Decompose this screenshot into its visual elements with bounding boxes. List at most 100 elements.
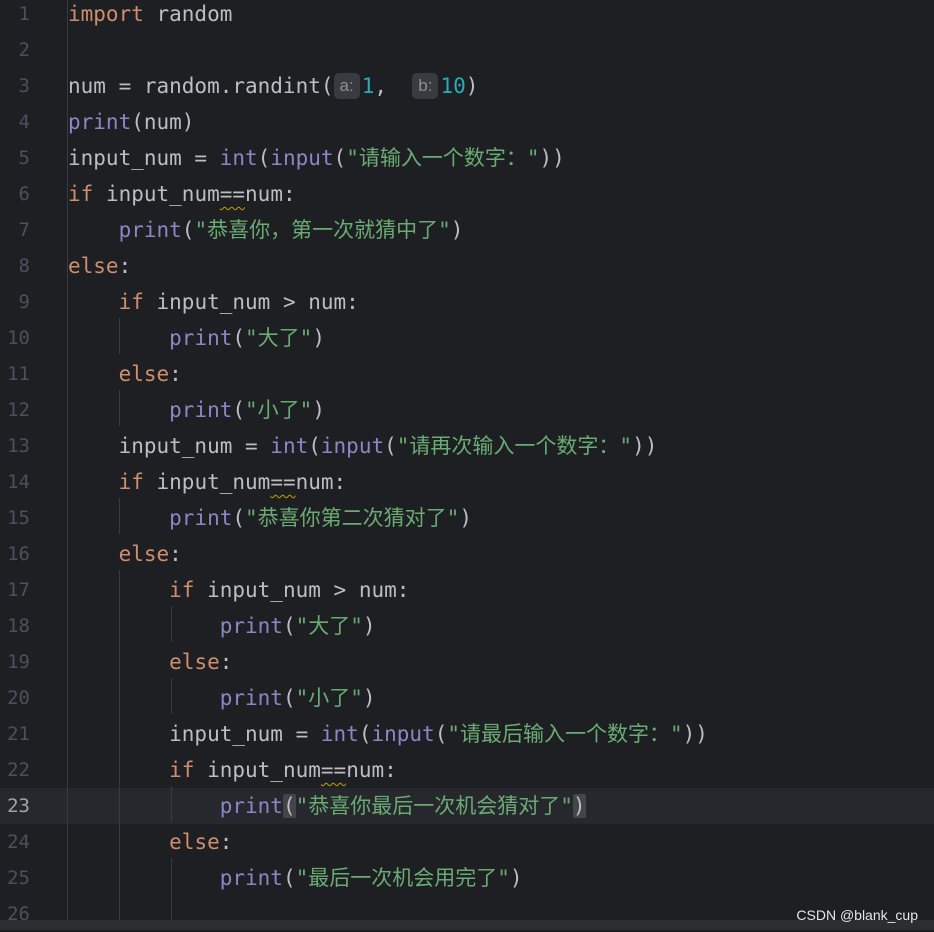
code-text[interactable]: else: xyxy=(68,248,131,284)
code-token: "恭喜你第二次猜对了" xyxy=(245,506,460,530)
code-text[interactable]: if input_num==num: xyxy=(68,752,397,788)
code-line[interactable]: 11 else: xyxy=(0,356,934,392)
horizontal-scrollbar[interactable] xyxy=(0,920,934,930)
code-text[interactable]: input_num = int(input("请最后输入一个数字：")) xyxy=(68,716,708,752)
code-line[interactable]: 9 if input_num > num: xyxy=(0,284,934,320)
code-line[interactable]: 14 if input_num==num: xyxy=(0,464,934,500)
code-line[interactable]: 24 else: xyxy=(0,824,934,860)
code-line[interactable]: 4 print(num) xyxy=(0,104,934,140)
code-token: if xyxy=(118,290,144,314)
code-token: if xyxy=(68,182,94,206)
code-text[interactable]: print("小了") xyxy=(68,392,325,428)
code-line[interactable]: 8 else: xyxy=(0,248,934,284)
code-text[interactable]: print("恭喜你，第一次就猜中了") xyxy=(68,212,464,248)
code-line[interactable]: 25 print("最后一次机会用完了") xyxy=(0,860,934,896)
code-token: "小了" xyxy=(245,398,313,422)
code-token: ( xyxy=(282,866,296,890)
code-token: )) xyxy=(539,146,565,170)
line-number: 4 xyxy=(18,111,30,133)
code-token: else xyxy=(118,362,170,386)
code-text[interactable]: else: xyxy=(68,356,182,392)
code-token: input_num = xyxy=(68,434,271,458)
code-token: ( xyxy=(232,326,246,350)
code-token: input xyxy=(371,722,435,746)
code-token: ) xyxy=(459,506,472,530)
code-token: == xyxy=(219,182,246,206)
code-text[interactable]: input_num = int(input("请输入一个数字：")) xyxy=(68,140,565,176)
code-editor[interactable]: 1 import random 2 3 num = random.randint(a: 1… xyxy=(0,0,934,930)
code-token: print xyxy=(118,218,182,242)
code-text[interactable]: import random xyxy=(68,0,232,32)
code-text[interactable]: input_num = int(input("请再次输入一个数字：")) xyxy=(68,428,658,464)
code-token: ( xyxy=(282,686,296,710)
code-token: input_num > num: xyxy=(194,578,410,602)
code-line[interactable]: 15 print("恭喜你第二次猜对了") xyxy=(0,500,934,536)
parameter-hint: b: xyxy=(412,73,439,99)
code-token: "请最后输入一个数字：" xyxy=(447,722,683,746)
code-token: ( xyxy=(384,434,397,458)
code-token: ( xyxy=(181,218,195,242)
code-token: print xyxy=(219,866,283,890)
code-line[interactable]: 2 xyxy=(0,32,934,68)
code-line[interactable]: 17 if input_num > num: xyxy=(0,572,934,608)
indent-guide-line xyxy=(119,318,120,354)
code-line[interactable]: 7 print("恭喜你，第一次就猜中了") xyxy=(0,212,934,248)
code-line[interactable]: 18 print("大了") xyxy=(0,608,934,644)
indent-guide-line xyxy=(67,0,68,930)
code-line[interactable]: 5 input_num = int(input("请输入一个数字：")) xyxy=(0,140,934,176)
code-text[interactable]: print("大了") xyxy=(68,320,325,356)
code-token: print xyxy=(169,506,233,530)
code-text[interactable]: if input_num==num: xyxy=(68,464,347,500)
line-number: 12 xyxy=(7,399,30,421)
code-token: "大了" xyxy=(295,614,363,638)
code-text[interactable]: print("恭喜你最后一次机会猜对了") xyxy=(68,788,586,824)
code-text[interactable]: else: xyxy=(68,644,232,680)
code-line[interactable]: 21 input_num = int(input("请最后输入一个数字：")) xyxy=(0,716,934,752)
line-number: 21 xyxy=(7,723,30,745)
code-text[interactable]: print("大了") xyxy=(68,608,376,644)
code-token: else xyxy=(68,254,119,278)
code-text[interactable]: if input_num > num: xyxy=(68,284,359,320)
code-token: 1 xyxy=(361,74,375,98)
code-token: ) xyxy=(362,614,376,638)
code-token: "恭喜你最后一次机会猜对了" xyxy=(295,794,573,818)
code-line[interactable]: 23 print("恭喜你最后一次机会猜对了") xyxy=(0,788,934,824)
line-number: 20 xyxy=(7,687,30,709)
code-line[interactable]: 13 input_num = int(input("请再次输入一个数字：")) xyxy=(0,428,934,464)
code-line[interactable]: 20 print("小了") xyxy=(0,680,934,716)
code-token: ( xyxy=(257,146,271,170)
code-text[interactable]: else: xyxy=(68,824,232,860)
code-token: ) xyxy=(362,686,376,710)
code-text[interactable]: else: xyxy=(68,536,182,572)
code-line[interactable]: 19 else: xyxy=(0,644,934,680)
line-number: 24 xyxy=(7,831,30,853)
code-token: ) xyxy=(572,794,586,818)
line-number: 23 xyxy=(7,795,30,817)
code-token: "恭喜你，第一次就猜中了" xyxy=(194,218,451,242)
code-token: : xyxy=(169,542,182,566)
code-text[interactable]: print("小了") xyxy=(68,680,376,716)
code-line[interactable]: 6 if input_num==num: xyxy=(0,176,934,212)
code-text[interactable]: if input_num==num: xyxy=(68,176,296,212)
code-token: ( xyxy=(333,146,347,170)
code-token: input_num xyxy=(93,182,220,206)
code-text[interactable]: print(num) xyxy=(68,104,194,140)
code-line[interactable]: 10 print("大了") xyxy=(0,320,934,356)
code-token: (num) xyxy=(131,110,195,134)
code-text[interactable]: print("最后一次机会用完了") xyxy=(68,860,523,896)
code-token: num: xyxy=(245,182,296,206)
line-number: 9 xyxy=(18,291,30,313)
code-line[interactable]: 1 import random xyxy=(0,0,934,32)
code-line[interactable]: 16 else: xyxy=(0,536,934,572)
code-text[interactable]: num = random.randint(a: 1, b: 10) xyxy=(68,68,478,104)
code-token: 10 xyxy=(440,74,466,98)
code-token: else xyxy=(169,830,220,854)
code-token: if xyxy=(169,578,195,602)
code-line[interactable]: 3 num = random.randint(a: 1, b: 10) xyxy=(0,68,934,104)
line-number: 1 xyxy=(18,3,30,25)
code-line[interactable]: 12 print("小了") xyxy=(0,392,934,428)
code-line[interactable]: 22 if input_num==num: xyxy=(0,752,934,788)
code-text[interactable]: print("恭喜你第二次猜对了") xyxy=(68,500,472,536)
